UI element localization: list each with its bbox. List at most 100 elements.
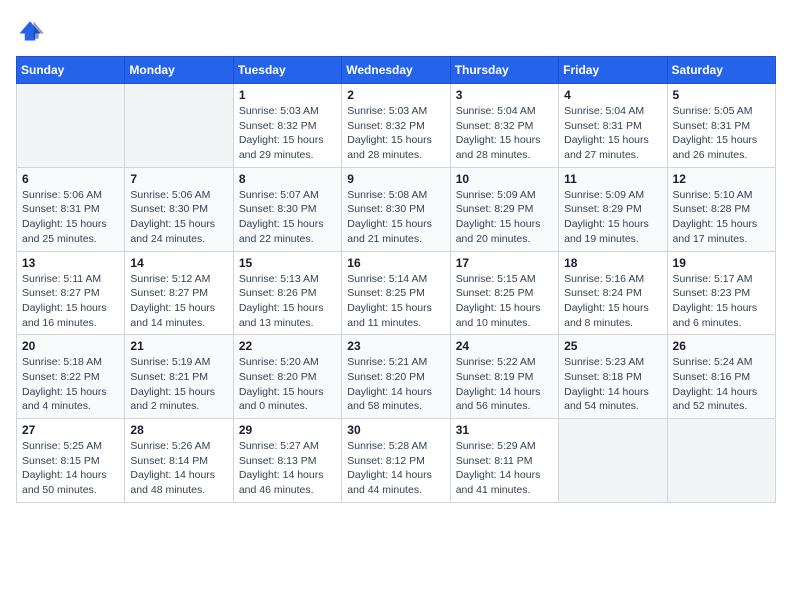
calendar-cell: 29Sunrise: 5:27 AM Sunset: 8:13 PM Dayli… — [233, 419, 341, 503]
calendar-cell: 27 Sunrise: 5:25 AM Sunset: 8:15 PM Dayli… — [17, 419, 125, 503]
day-number: 30 — [347, 423, 444, 437]
weekday-header-sunday: Sunday — [17, 57, 125, 84]
calendar-cell: 30 Sunrise: 5:28 AM Sunset: 8:12 PM Dayli… — [342, 419, 450, 503]
day-number: 31 — [456, 423, 553, 437]
day-number: 29 — [239, 423, 336, 437]
day-info: Sunrise: 5:06 AM Sunset: 8:31 PM Dayligh… — [22, 188, 119, 247]
day-number: 15 — [239, 256, 336, 270]
calendar-cell: 9 Sunrise: 5:08 AM Sunset: 8:30 PM Daylig… — [342, 167, 450, 251]
day-info: Sunrise: 5:10 AM Sunset: 8:28 PM Dayligh… — [673, 188, 770, 247]
calendar-week-row: 6 Sunrise: 5:06 AM Sunset: 8:31 PM Daylig… — [17, 167, 776, 251]
day-number: 19 — [673, 256, 770, 270]
day-number: 28 — [130, 423, 227, 437]
day-info: Sunrise: 5:26 AM Sunset: 8:14 PM Dayligh… — [130, 439, 227, 498]
calendar-cell: 13Sunrise: 5:11 AM Sunset: 8:27 PM Dayli… — [17, 251, 125, 335]
weekday-header-tuesday: Tuesday — [233, 57, 341, 84]
day-number: 27 — [22, 423, 119, 437]
day-number: 11 — [564, 172, 661, 186]
day-info: Sunrise: 5:19 AM Sunset: 8:21 PM Dayligh… — [130, 355, 227, 414]
day-info: Sunrise: 5:06 AM Sunset: 8:30 PM Dayligh… — [130, 188, 227, 247]
calendar-week-row: 1 Sunrise: 5:03 AM Sunset: 8:32 PM Daylig… — [17, 84, 776, 168]
calendar-cell: 10Sunrise: 5:09 AM Sunset: 8:29 PM Dayli… — [450, 167, 558, 251]
day-number: 17 — [456, 256, 553, 270]
calendar-cell: 11Sunrise: 5:09 AM Sunset: 8:29 PM Dayli… — [559, 167, 667, 251]
calendar-cell: 31Sunrise: 5:29 AM Sunset: 8:11 PM Dayli… — [450, 419, 558, 503]
calendar-cell — [17, 84, 125, 168]
day-info: Sunrise: 5:16 AM Sunset: 8:24 PM Dayligh… — [564, 272, 661, 331]
day-info: Sunrise: 5:15 AM Sunset: 8:25 PM Dayligh… — [456, 272, 553, 331]
calendar-cell: 6 Sunrise: 5:06 AM Sunset: 8:31 PM Daylig… — [17, 167, 125, 251]
calendar-cell: 23Sunrise: 5:21 AM Sunset: 8:20 PM Dayli… — [342, 335, 450, 419]
day-info: Sunrise: 5:25 AM Sunset: 8:15 PM Dayligh… — [22, 439, 119, 498]
calendar-cell: 8 Sunrise: 5:07 AM Sunset: 8:30 PM Daylig… — [233, 167, 341, 251]
day-number: 4 — [564, 88, 661, 102]
day-number: 18 — [564, 256, 661, 270]
day-number: 7 — [130, 172, 227, 186]
calendar-cell: 2 Sunrise: 5:03 AM Sunset: 8:32 PM Daylig… — [342, 84, 450, 168]
calendar-cell: 24Sunrise: 5:22 AM Sunset: 8:19 PM Dayli… — [450, 335, 558, 419]
logo-icon — [16, 16, 44, 44]
calendar: SundayMondayTuesdayWednesdayThursdayFrid… — [16, 56, 776, 503]
day-number: 9 — [347, 172, 444, 186]
day-info: Sunrise: 5:23 AM Sunset: 8:18 PM Dayligh… — [564, 355, 661, 414]
calendar-cell — [559, 419, 667, 503]
calendar-cell: 7 Sunrise: 5:06 AM Sunset: 8:30 PM Daylig… — [125, 167, 233, 251]
calendar-week-row: 13Sunrise: 5:11 AM Sunset: 8:27 PM Dayli… — [17, 251, 776, 335]
calendar-cell: 25Sunrise: 5:23 AM Sunset: 8:18 PM Dayli… — [559, 335, 667, 419]
day-info: Sunrise: 5:05 AM Sunset: 8:31 PM Dayligh… — [673, 104, 770, 163]
calendar-cell — [125, 84, 233, 168]
calendar-cell: 3 Sunrise: 5:04 AM Sunset: 8:32 PM Daylig… — [450, 84, 558, 168]
calendar-cell: 20 Sunrise: 5:18 AM Sunset: 8:22 PM Dayli… — [17, 335, 125, 419]
calendar-cell: 28 Sunrise: 5:26 AM Sunset: 8:14 PM Dayli… — [125, 419, 233, 503]
day-number: 22 — [239, 339, 336, 353]
calendar-cell: 21Sunrise: 5:19 AM Sunset: 8:21 PM Dayli… — [125, 335, 233, 419]
day-info: Sunrise: 5:04 AM Sunset: 8:31 PM Dayligh… — [564, 104, 661, 163]
day-info: Sunrise: 5:08 AM Sunset: 8:30 PM Dayligh… — [347, 188, 444, 247]
weekday-header-row: SundayMondayTuesdayWednesdayThursdayFrid… — [17, 57, 776, 84]
calendar-cell: 12 Sunrise: 5:10 AM Sunset: 8:28 PM Dayli… — [667, 167, 775, 251]
day-number: 3 — [456, 88, 553, 102]
day-number: 6 — [22, 172, 119, 186]
day-number: 12 — [673, 172, 770, 186]
day-number: 1 — [239, 88, 336, 102]
day-info: Sunrise: 5:14 AM Sunset: 8:25 PM Dayligh… — [347, 272, 444, 331]
calendar-cell: 22 Sunrise: 5:20 AM Sunset: 8:20 PM Dayli… — [233, 335, 341, 419]
day-number: 20 — [22, 339, 119, 353]
day-number: 23 — [347, 339, 444, 353]
day-info: Sunrise: 5:28 AM Sunset: 8:12 PM Dayligh… — [347, 439, 444, 498]
day-number: 5 — [673, 88, 770, 102]
day-number: 26 — [673, 339, 770, 353]
header — [16, 16, 776, 44]
calendar-cell: 14 Sunrise: 5:12 AM Sunset: 8:27 PM Dayli… — [125, 251, 233, 335]
weekday-header-friday: Friday — [559, 57, 667, 84]
day-info: Sunrise: 5:24 AM Sunset: 8:16 PM Dayligh… — [673, 355, 770, 414]
day-number: 8 — [239, 172, 336, 186]
day-info: Sunrise: 5:20 AM Sunset: 8:20 PM Dayligh… — [239, 355, 336, 414]
day-info: Sunrise: 5:13 AM Sunset: 8:26 PM Dayligh… — [239, 272, 336, 331]
day-info: Sunrise: 5:17 AM Sunset: 8:23 PM Dayligh… — [673, 272, 770, 331]
day-number: 10 — [456, 172, 553, 186]
day-info: Sunrise: 5:07 AM Sunset: 8:30 PM Dayligh… — [239, 188, 336, 247]
weekday-header-thursday: Thursday — [450, 57, 558, 84]
day-info: Sunrise: 5:18 AM Sunset: 8:22 PM Dayligh… — [22, 355, 119, 414]
day-number: 2 — [347, 88, 444, 102]
calendar-cell: 17 Sunrise: 5:15 AM Sunset: 8:25 PM Dayli… — [450, 251, 558, 335]
weekday-header-monday: Monday — [125, 57, 233, 84]
calendar-cell: 16 Sunrise: 5:14 AM Sunset: 8:25 PM Dayli… — [342, 251, 450, 335]
day-info: Sunrise: 5:12 AM Sunset: 8:27 PM Dayligh… — [130, 272, 227, 331]
calendar-cell — [667, 419, 775, 503]
calendar-cell: 1 Sunrise: 5:03 AM Sunset: 8:32 PM Daylig… — [233, 84, 341, 168]
logo — [16, 16, 48, 44]
calendar-cell: 26 Sunrise: 5:24 AM Sunset: 8:16 PM Dayli… — [667, 335, 775, 419]
calendar-week-row: 27 Sunrise: 5:25 AM Sunset: 8:15 PM Dayli… — [17, 419, 776, 503]
day-number: 14 — [130, 256, 227, 270]
day-info: Sunrise: 5:04 AM Sunset: 8:32 PM Dayligh… — [456, 104, 553, 163]
day-number: 24 — [456, 339, 553, 353]
day-number: 13 — [22, 256, 119, 270]
weekday-header-wednesday: Wednesday — [342, 57, 450, 84]
calendar-cell: 5 Sunrise: 5:05 AM Sunset: 8:31 PM Daylig… — [667, 84, 775, 168]
day-info: Sunrise: 5:03 AM Sunset: 8:32 PM Dayligh… — [239, 104, 336, 163]
calendar-cell: 15 Sunrise: 5:13 AM Sunset: 8:26 PM Dayli… — [233, 251, 341, 335]
day-info: Sunrise: 5:03 AM Sunset: 8:32 PM Dayligh… — [347, 104, 444, 163]
day-number: 16 — [347, 256, 444, 270]
